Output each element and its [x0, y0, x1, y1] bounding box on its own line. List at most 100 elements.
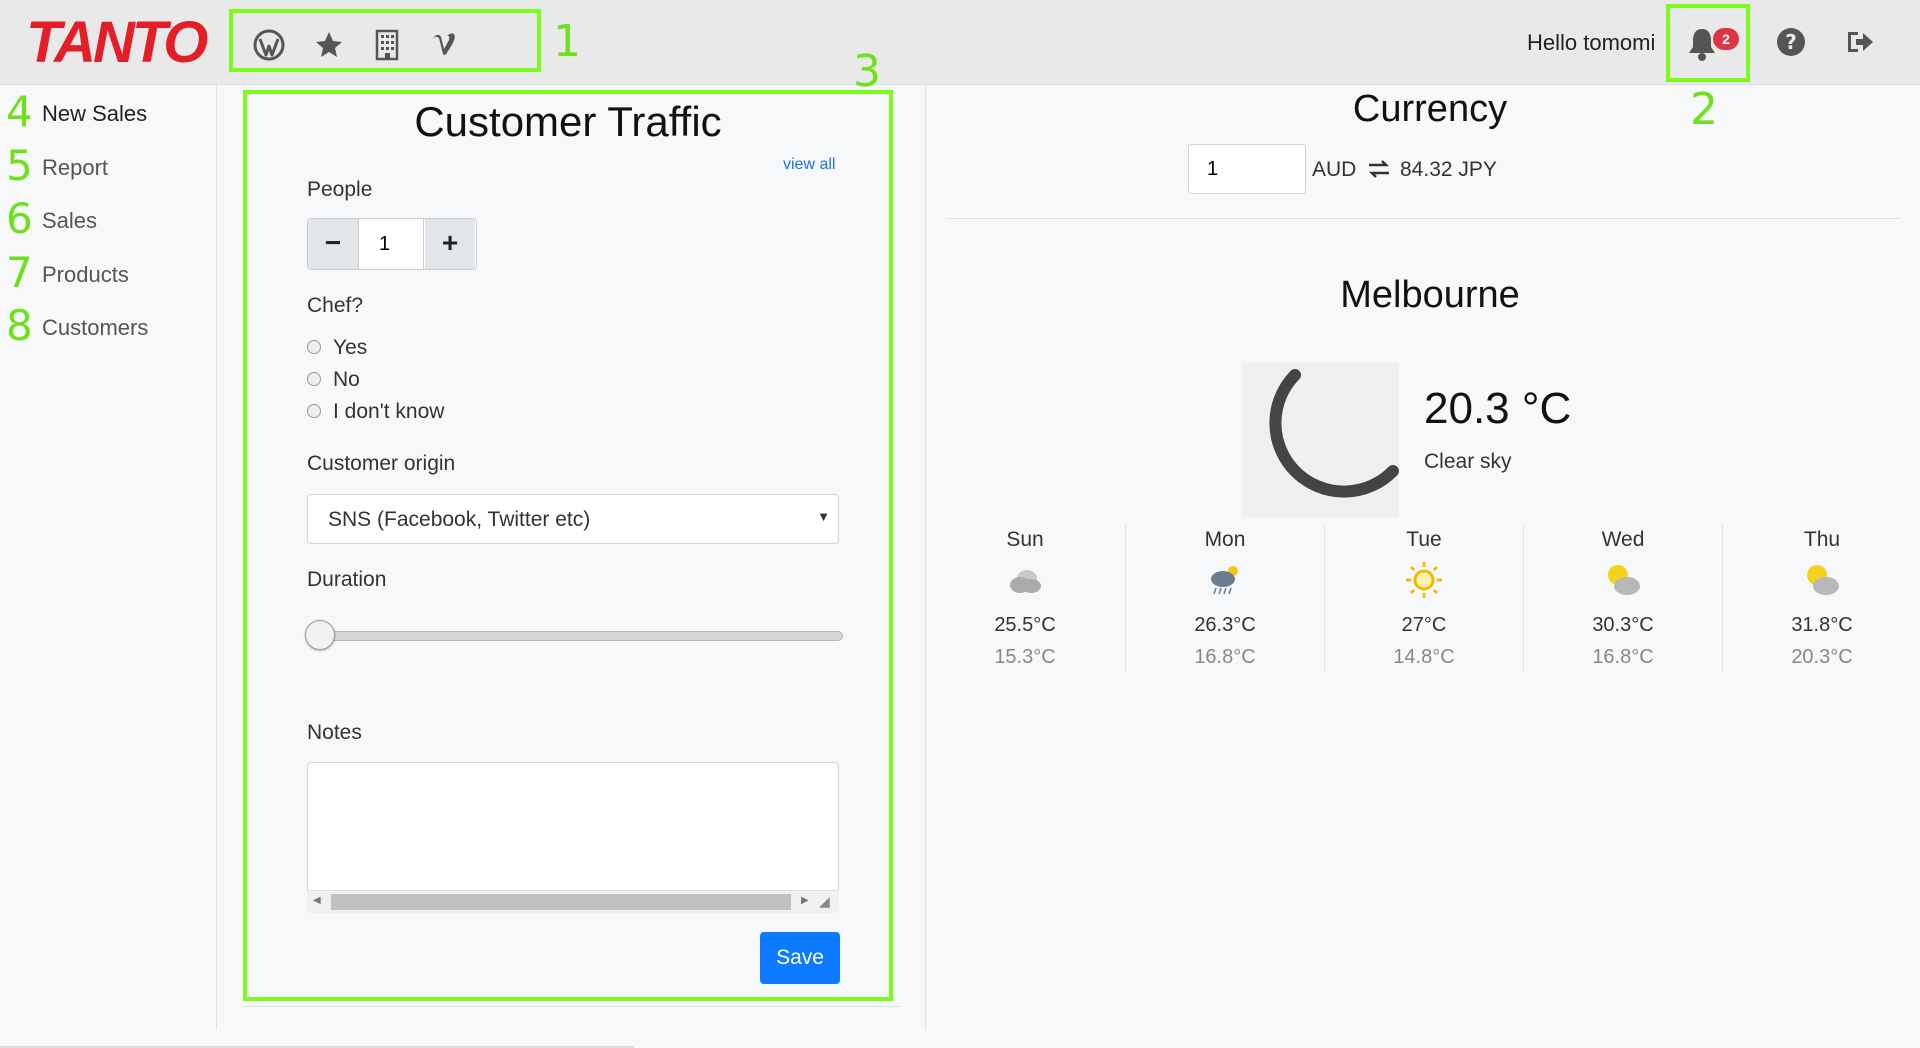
greeting-text: Hello tomomi — [1527, 30, 1656, 55]
rain-sun-cloud-icon — [1211, 566, 1238, 595]
decrement-button[interactable]: − — [308, 219, 358, 269]
currency-from: AUD — [1312, 158, 1357, 181]
save-button[interactable]: Save — [760, 932, 840, 984]
card-title: Customer Traffic — [414, 98, 722, 145]
annotation-5: 5 — [6, 141, 33, 190]
annotation-6: 6 — [6, 194, 33, 243]
customer-origin-select[interactable]: SNS (Facebook, Twitter etc) ▼ — [307, 494, 839, 544]
sidebar-item-report[interactable]: 5 Report — [0, 143, 210, 193]
currency-result: 84.32 JPY — [1400, 158, 1497, 181]
customer-traffic-card: Customer Traffic view all People − + Che… — [243, 90, 893, 1001]
currency-amount-input[interactable] — [1188, 144, 1306, 194]
notes-label: Notes — [307, 721, 362, 744]
annotation-1: 1 — [553, 16, 581, 67]
annotation-3: 3 — [853, 46, 881, 97]
forecast-high: 26.3°C — [1194, 614, 1256, 636]
scrollbar-thumb[interactable] — [331, 894, 791, 910]
sidebar-item-products[interactable]: 7 Products — [0, 250, 210, 300]
duration-slider-thumb[interactable] — [305, 620, 335, 650]
people-input[interactable] — [358, 219, 424, 269]
sidebar-item-new-sales[interactable]: 4 New Sales — [0, 89, 210, 139]
sign-out-icon[interactable] — [1844, 26, 1876, 58]
forecast-low: 16.8°C — [1592, 646, 1654, 668]
forecast-low: 16.8°C — [1194, 646, 1256, 668]
exchange-icon[interactable] — [1367, 158, 1391, 180]
vimeo-icon[interactable] — [427, 27, 463, 63]
notifications-group: 2 — [1666, 4, 1750, 82]
radio-button[interactable] — [307, 404, 321, 418]
resize-handle-icon[interactable]: ◢ — [819, 893, 830, 910]
sidebar-item-label: Sales — [42, 208, 98, 233]
forecast-high: 31.8°C — [1791, 614, 1853, 636]
sidebar-item-label: Report — [42, 155, 109, 180]
sun-icon — [1406, 562, 1442, 598]
temperature-value: 20.3 — [1424, 384, 1510, 433]
star-icon[interactable] — [311, 27, 347, 63]
question-circle-icon[interactable]: ? — [1775, 26, 1807, 58]
notes-scrollbar[interactable]: ◀ ▶ ◢ — [307, 890, 839, 913]
forecast-high: 30.3°C — [1592, 614, 1654, 636]
forecast-day: Thu 31.8°C 20.3°C — [1722, 520, 1920, 670]
sidebar: 4 New Sales 5 Report 6 Sales 7 Products … — [0, 85, 217, 1030]
divider — [946, 218, 1900, 219]
weather-current-icon-frame — [1243, 363, 1399, 517]
duration-label: Duration — [307, 568, 387, 591]
radio-label: I don't know — [333, 400, 445, 423]
forecast-high: 27°C — [1401, 614, 1447, 636]
scrollbar-track[interactable]: ◀ ▶ ◢ — [307, 890, 839, 913]
increment-button[interactable]: + — [425, 219, 475, 269]
scroll-left-icon[interactable]: ◀ — [313, 895, 321, 906]
view-all-link[interactable]: view all — [783, 156, 835, 174]
forecast-day-name: Mon — [1204, 528, 1246, 551]
forecast-day-name: Sun — [1006, 528, 1044, 551]
top-navbar: TANTO 1 Hello tomomi 2 2 ? — [0, 0, 1920, 132]
sidebar-item-label: Products — [42, 262, 129, 287]
annotation-2: 2 — [1690, 84, 1718, 135]
building-icon[interactable] — [369, 27, 405, 63]
sidebar-item-label: Customers — [42, 315, 149, 340]
annotation-8: 8 — [6, 301, 33, 350]
people-label: People — [307, 178, 373, 201]
forecast-day: Sun 25.5°C 15.3°C — [925, 520, 1125, 670]
forecast-high: 25.5°C — [994, 614, 1056, 636]
radio-label: No — [333, 368, 360, 391]
caret-down-icon: ▼ — [817, 509, 830, 524]
tanto-logo[interactable]: TANTO — [24, 10, 208, 72]
chef-label: Chef? — [307, 294, 364, 317]
svg-text:TANTO: TANTO — [26, 10, 208, 72]
moon-icon — [1269, 369, 1399, 498]
forecast-day-name: Tue — [1406, 528, 1442, 551]
svg-text:?: ? — [1785, 30, 1797, 54]
current-temperature: 20.3 °C — [1424, 384, 1571, 434]
weather-city: Melbourne — [1340, 274, 1520, 316]
weather-condition: Clear sky — [1424, 450, 1512, 473]
annotation-4: 4 — [6, 87, 33, 136]
select-value: SNS (Facebook, Twitter etc) — [328, 508, 591, 531]
forecast-day-name: Wed — [1601, 528, 1645, 551]
wordpress-icon[interactable] — [251, 27, 287, 63]
partly-cloudy-icon — [1807, 565, 1839, 595]
annotation-7: 7 — [6, 248, 33, 297]
forecast-low: 20.3°C — [1791, 646, 1853, 668]
partly-cloudy-icon — [1608, 565, 1640, 595]
notification-badge: 2 — [1713, 28, 1739, 50]
radio-button[interactable] — [307, 340, 321, 354]
sidebar-item-customers[interactable]: 8 Customers — [0, 303, 210, 353]
forecast-day: Wed 30.3°C 16.8°C — [1523, 520, 1723, 670]
sidebar-item-sales[interactable]: 6 Sales — [0, 196, 210, 246]
radio-button[interactable] — [307, 372, 321, 386]
currency-title: Currency — [1352, 88, 1508, 130]
forecast-low: 14.8°C — [1393, 646, 1455, 668]
forecast-low: 15.3°C — [994, 646, 1056, 668]
divider — [241, 1006, 901, 1007]
forecast-day: Tue 27°C 14.8°C — [1324, 520, 1524, 670]
forecast-day-name: Thu — [1803, 528, 1841, 551]
scroll-right-icon[interactable]: ▶ — [801, 895, 809, 906]
quick-links-group — [229, 9, 541, 72]
forecast-day: Mon 26.3°C 16.8°C — [1125, 520, 1325, 670]
radio-label: Yes — [333, 336, 368, 359]
origin-label: Customer origin — [307, 452, 456, 475]
duration-slider-track[interactable] — [309, 631, 843, 641]
sidebar-item-label: New Sales — [42, 101, 148, 126]
people-stepper: − + — [307, 218, 477, 270]
